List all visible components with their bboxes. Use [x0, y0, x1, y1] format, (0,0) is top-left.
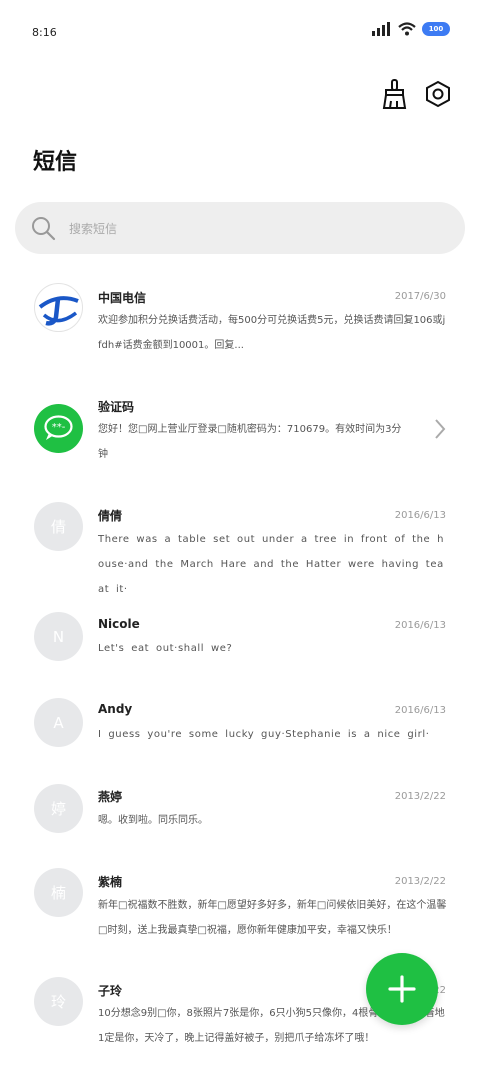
new-message-button[interactable] [366, 953, 438, 1025]
sender-name: Andy [98, 702, 133, 716]
message-preview: 您好！您□网上营业厅登录□随机密码为：710679。有效时间为3分钟 [98, 424, 402, 460]
chevron-right-icon[interactable] [433, 418, 447, 440]
sender-name: 紫楠 [98, 875, 123, 889]
message-date: 2013/2/22 [394, 791, 446, 802]
status-bar: 8:16 100 [0, 0, 480, 66]
message-preview: 欢迎参加积分兑换话费活动，每500分可兑换话费5元，兑换话费请回复106或jfd… [98, 315, 446, 351]
avatar: 玲 [34, 977, 83, 1026]
message-date: 2016/6/13 [394, 620, 446, 631]
avatar: 婷 [34, 784, 83, 833]
svg-text:**-: **- [52, 422, 66, 433]
message-preview: 嗯。收到啦。同乐同乐。 [98, 815, 208, 826]
plus-icon [388, 975, 416, 1003]
message-preview: I guess you're some lucky guy·Stephanie … [98, 729, 430, 740]
verification-code-icon: **- [34, 404, 83, 453]
search-input[interactable]: 搜索短信 [69, 220, 117, 237]
sender-name: 子玲 [98, 984, 123, 998]
message-preview: Let's eat out·shall we? [98, 643, 233, 654]
page-title: 短信 [33, 150, 78, 175]
search-icon [30, 215, 56, 241]
message-preview: There was a table set out under a tree i… [98, 534, 445, 595]
avatar: N [34, 612, 83, 661]
signal-icon [372, 22, 390, 36]
search-bar[interactable]: 搜索短信 [15, 202, 465, 254]
sender-name: 中国电信 [98, 291, 147, 305]
message-date: 2013/2/22 [394, 876, 446, 887]
status-icons: 100 [372, 22, 450, 36]
sender-name: 倩倩 [98, 509, 123, 523]
message-preview: 新年□祝福数不胜数，新年□愿望好多好多，新年□问候依旧美好，在这个温馨□时刻，送… [98, 900, 447, 936]
gear-icon [426, 80, 450, 108]
china-telecom-logo [34, 283, 83, 332]
sender-name: 燕婷 [98, 790, 123, 804]
message-date: 2016/6/13 [394, 510, 446, 521]
status-time: 8:16 [32, 26, 57, 39]
battery-indicator: 100 [422, 22, 450, 36]
message-date: 2017/6/30 [394, 291, 446, 302]
broom-icon [382, 79, 407, 109]
clean-button[interactable] [379, 78, 409, 110]
sender-name: Nicole [98, 617, 140, 631]
settings-button[interactable] [423, 78, 453, 110]
toolbar [379, 78, 453, 110]
avatar: 楠 [34, 868, 83, 917]
avatar: 倩 [34, 502, 83, 551]
wifi-icon [398, 22, 416, 36]
sender-name: 验证码 [98, 400, 135, 414]
message-date: 2016/6/13 [394, 705, 446, 716]
avatar: A [34, 698, 83, 747]
